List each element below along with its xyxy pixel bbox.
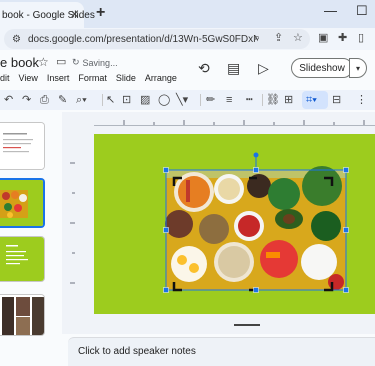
border-weight-icon[interactable]: ≡ [226,93,232,107]
more-icon[interactable]: ⋮ [356,93,367,107]
slides-header: e book ☆ ▭ ↻ Saving... dit View Insert F… [0,50,375,90]
toolbar-divider [262,94,263,106]
menu-slide[interactable]: Slide [116,73,136,83]
horizontal-ruler[interactable] [94,114,375,126]
crop-icon[interactable]: ⌗▾ [306,93,317,107]
maximize-icon[interactable]: ☐ [356,4,368,18]
document-title[interactable]: e book [0,55,39,70]
redo-icon[interactable]: ↷ [22,93,31,107]
text-slide-preview [0,123,44,169]
slide-thumbnail[interactable] [0,236,45,282]
replace-image-icon[interactable]: ⊟ [332,93,341,107]
food-slide-preview [0,180,43,226]
pen-icon[interactable]: ✏ [206,93,215,107]
move-folder-icon[interactable]: ▭ [56,55,66,68]
print-icon[interactable]: ⎙ [40,93,49,107]
toolbar-divider [200,94,201,106]
undo-icon[interactable]: ↶ [4,93,13,107]
browser-tabstrip: book - Google Slides ✕ + — ☐ [0,0,375,28]
cast-icon[interactable]: ▣ [318,31,328,45]
video-call-icon[interactable]: ▷ [258,60,269,77]
text-box-icon[interactable]: ⊡ [122,93,131,107]
slide-thumbnail[interactable] [0,122,45,170]
rotate-handle[interactable] [253,152,259,158]
menu-format[interactable]: Format [78,73,107,83]
sidebar-icon[interactable]: ▯ [358,31,364,45]
menu-view[interactable]: View [19,73,38,83]
close-tab-icon[interactable]: ✕ [70,9,79,21]
chevron-down-icon: ▾ [355,63,360,73]
slide-thumbnail-selected[interactable] [0,178,45,228]
notes-resize-handle[interactable] [234,324,260,326]
slideshow-button[interactable]: Slideshow [291,58,353,78]
address-bar-row: ⚙ docs.google.com/presentation/d/13Wn-5G… [0,28,375,50]
tab-title: book - Google Slides [2,9,95,21]
image-icon[interactable]: ▨ [140,93,150,107]
border-dash-icon[interactable]: ┅ [246,93,253,107]
menu-edit[interactable]: dit [0,73,10,83]
link-icon[interactable]: ⛓ [266,93,280,107]
slideshow-dropdown-button[interactable]: ▾ [349,58,367,78]
browser-tab[interactable]: book - Google Slides ✕ [0,2,95,28]
share-icon[interactable]: ⇪ [274,31,283,45]
slide-filmstrip [0,110,60,366]
site-info-icon[interactable]: ⚙ [12,34,24,45]
shape-icon[interactable]: ◯ [158,93,170,107]
new-tab-icon[interactable]: + [96,5,105,21]
star-icon[interactable]: ☆ [38,55,49,69]
minimize-icon[interactable]: — [324,4,337,18]
speaker-notes-placeholder: Click to add speaker notes [78,346,196,357]
green-text-slide-preview [0,237,44,281]
bookmark-star-icon[interactable]: ☆ [293,31,303,45]
line-icon[interactable]: ╲▾ [176,93,188,107]
toolbar-divider [102,94,103,106]
menu-insert[interactable]: Insert [47,73,70,83]
search-icon[interactable]: ⌕ [254,31,260,45]
vertical-ruler[interactable] [64,133,76,315]
url-text[interactable]: docs.google.com/presentation/d/13Wn-5GwS… [28,34,258,45]
menu-bar: dit View Insert Format Slide Arrange [0,73,186,83]
address-bar[interactable]: ⚙ docs.google.com/presentation/d/13Wn-5G… [4,29,310,49]
paint-format-icon[interactable]: ✎ [58,93,67,107]
app-window: book - Google Slides ✕ + — ☐ ⚙ docs.goog… [0,0,375,366]
slide-canvas[interactable] [94,134,375,314]
select-icon[interactable]: ↖ [106,93,115,107]
extensions-icon[interactable]: ✚ [338,31,347,45]
speaker-notes[interactable]: Click to add speaker notes [68,337,375,366]
food-image[interactable] [94,134,375,314]
comments-icon[interactable]: ▤ [227,60,240,77]
menu-arrange[interactable]: Arrange [145,73,177,83]
photo-slide-preview [0,295,44,335]
toolbar: ↶ ↷ ⎙ ✎ ⌕▾ ↖ ⊡ ▨ ◯ ╲▾ ✏ ≡ ┅ ⛓ ⊞ ⌗▾ ⊟ ⋮ [0,90,375,110]
slide-thumbnail[interactable] [0,294,45,336]
save-status: ↻ Saving... [72,57,118,68]
comment-icon[interactable]: ⊞ [284,93,293,107]
history-icon[interactable]: ⟲ [198,60,210,77]
sync-icon: ↻ [72,57,80,67]
zoom-icon[interactable]: ⌕▾ [76,93,87,107]
